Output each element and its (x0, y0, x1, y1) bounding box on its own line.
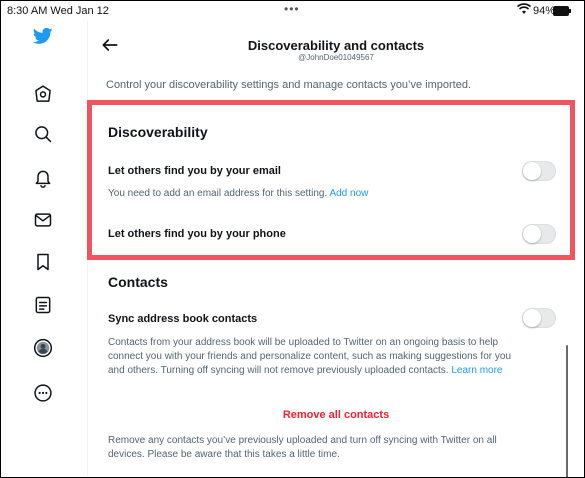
twitter-logo-icon[interactable] (32, 25, 54, 47)
remove-contacts-description: Remove any contacts you’ve previously up… (108, 434, 497, 462)
status-bar: 8:30 AM Wed Jan 12 ••• 94% (1, 1, 584, 21)
account-handle: @JohnDoe01049567 (298, 53, 374, 62)
sync-contacts-toggle[interactable] (522, 308, 556, 328)
bookmarks-icon[interactable] (32, 251, 54, 273)
remove-all-contacts-button[interactable]: Remove all contacts (88, 409, 584, 421)
page-header: Discoverability and contacts @JohnDoe010… (88, 21, 584, 69)
home-icon[interactable] (32, 83, 54, 105)
remove-desc-line: devices. Please be aware that this takes… (108, 449, 340, 460)
explore-icon[interactable] (32, 123, 54, 145)
find-by-email-label[interactable]: Let others find you by your email (108, 165, 281, 177)
learn-more-link[interactable]: Learn more (451, 365, 502, 376)
status-time: 8:30 AM Wed Jan 12 (7, 5, 109, 17)
toggle-knob (523, 225, 541, 243)
profile-avatar-icon[interactable] (32, 337, 54, 359)
sync-desc-line: Contacts from your address book will be … (108, 337, 499, 348)
add-email-link[interactable]: Add now (329, 188, 368, 199)
page-title: Discoverability and contacts (247, 38, 425, 53)
notifications-icon[interactable] (32, 167, 54, 189)
discoverability-heading: Discoverability (108, 124, 208, 140)
find-by-email-toggle[interactable] (522, 161, 556, 181)
toggle-knob (523, 309, 541, 327)
multitasking-dots[interactable]: ••• (284, 2, 300, 16)
email-setting-note: You need to add an email address for thi… (108, 187, 368, 201)
page-description: Control your discoverability settings an… (106, 79, 472, 91)
scrollbar[interactable] (566, 345, 568, 477)
sync-desc-line: connect you with your friends and person… (108, 351, 512, 362)
find-by-phone-label[interactable]: Let others find you by your phone (108, 228, 286, 240)
more-icon[interactable] (32, 382, 54, 404)
sync-desc-line: and others. Turning off syncing will not… (108, 364, 511, 378)
sync-contacts-description: Contacts from your address book will be … (108, 336, 511, 378)
remove-desc-line: Remove any contacts you’ve previously up… (108, 435, 497, 446)
wifi-icon (517, 3, 531, 14)
lists-icon[interactable] (32, 294, 54, 316)
sync-desc-text: and others. Turning off syncing will not… (108, 365, 449, 376)
messages-icon[interactable] (32, 209, 54, 231)
email-note-text: You need to add an email address for thi… (108, 188, 328, 199)
find-by-phone-toggle[interactable] (522, 224, 556, 244)
battery-percent: 94% (533, 5, 556, 17)
battery-icon (553, 6, 571, 16)
sidebar (1, 21, 87, 477)
app-window: 8:30 AM Wed Jan 12 ••• 94% Discoverabili… (0, 0, 585, 478)
toggle-knob (523, 162, 541, 180)
contacts-heading: Contacts (108, 274, 168, 290)
sync-contacts-label[interactable]: Sync address book contacts (108, 313, 257, 325)
